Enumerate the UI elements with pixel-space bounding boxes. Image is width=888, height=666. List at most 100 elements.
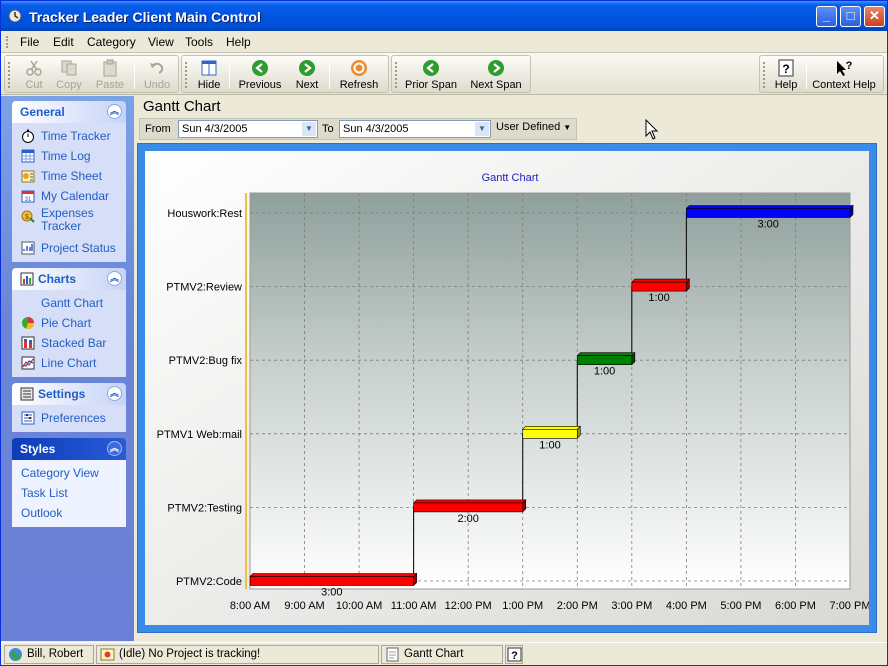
prior-span-button[interactable]: Prior Span — [404, 59, 458, 93]
refresh-button[interactable]: Refresh — [336, 59, 382, 93]
date-range-bar: From Sun 4/3/2005 ▼ To Sun 4/3/2005 ▼ Us… — [139, 118, 577, 140]
sidebar-item-label: Stacked Bar — [41, 336, 107, 350]
sidebar-item-label: My Calendar — [41, 189, 110, 203]
sidebar-item-task-list[interactable]: Task List — [12, 483, 126, 503]
settings-icon — [20, 387, 34, 401]
minimize-button[interactable]: _ — [816, 6, 837, 27]
sidebar-item-preferences[interactable]: Preferences — [12, 408, 126, 428]
sidebar-item-label: Time Tracker — [41, 129, 111, 143]
svg-text:?: ? — [511, 650, 518, 662]
title-bar[interactable]: Tracker Leader Client Main Control _ □ ✕ — [1, 1, 887, 31]
menu-tools[interactable]: Tools — [185, 35, 213, 49]
sidebar-item-project-status[interactable]: Project Status — [12, 238, 126, 258]
collapse-chevron-icon[interactable]: ︽ — [107, 271, 122, 286]
page-title: Gantt Chart — [143, 98, 221, 115]
menu-view[interactable]: View — [148, 35, 174, 49]
general-panel-header[interactable]: General ︽ — [12, 101, 126, 123]
sidebar-item-time-sheet[interactable]: Time Sheet — [12, 166, 126, 186]
general-panel-title: General — [20, 105, 65, 119]
previous-button[interactable]: Previous — [236, 59, 284, 93]
plot-area — [249, 192, 851, 590]
menu-help[interactable]: Help — [226, 35, 251, 49]
from-label: From — [145, 123, 171, 135]
collapse-chevron-icon[interactable]: ︽ — [107, 104, 122, 119]
toolbar-grip[interactable] — [763, 62, 765, 88]
sidebar-item-label: Outlook — [21, 506, 63, 520]
sidebar-item-category-view[interactable]: Category View — [12, 463, 126, 483]
prior-span-label: Prior Span — [405, 79, 457, 91]
copy-button[interactable]: Copy — [54, 59, 84, 93]
context-help-button[interactable]: ? Context Help — [811, 59, 877, 93]
settings-panel-header[interactable]: Settings ︽ — [12, 383, 126, 405]
next-span-button[interactable]: Next Span — [469, 59, 523, 93]
document-icon — [386, 647, 399, 662]
toolbar-grip[interactable] — [395, 62, 397, 88]
paste-button[interactable]: Paste — [93, 59, 127, 93]
svg-text:31: 31 — [25, 197, 32, 203]
toolbar-grip[interactable] — [185, 62, 187, 88]
x-tick-label: 1:00 PM — [502, 600, 543, 612]
sidebar-item-pie-chart[interactable]: Pie Chart — [12, 313, 126, 333]
help-button[interactable]: ? Help — [771, 59, 801, 93]
x-tick-label: 3:00 PM — [611, 600, 652, 612]
context-help-icon: ? — [837, 60, 853, 76]
status-user: Bill, Robert — [27, 648, 84, 660]
menu-category[interactable]: Category — [87, 35, 136, 49]
help-toolbar-group: ? Help ? Context Help — [759, 55, 884, 93]
task-bar — [413, 502, 524, 513]
undo-button[interactable]: Undo — [141, 59, 173, 93]
menu-grip[interactable] — [6, 36, 9, 48]
to-date-picker[interactable]: Sun 4/3/2005 ▼ — [339, 120, 491, 138]
collapse-chevron-icon[interactable]: ︽ — [107, 441, 122, 456]
task-duration-label: 2:00 — [457, 513, 478, 525]
status-view: Gantt Chart — [404, 648, 464, 660]
x-tick-label: 9:00 AM — [284, 600, 324, 612]
range-mode-dropdown[interactable]: User Defined ▼ — [496, 121, 571, 133]
maximize-button[interactable]: □ — [840, 6, 861, 27]
collapse-chevron-icon[interactable]: ︽ — [107, 386, 122, 401]
sidebar-item-time-log[interactable]: Time Log — [12, 146, 126, 166]
user-globe-icon — [9, 648, 22, 661]
hide-button[interactable]: Hide — [194, 59, 224, 93]
task-bar-top — [522, 425, 581, 430]
svg-text:?: ? — [782, 62, 789, 76]
styles-panel-header[interactable]: Styles ︽ — [12, 438, 126, 460]
task-bar-top — [631, 278, 691, 283]
cut-button[interactable]: Cut — [19, 59, 49, 93]
close-button[interactable]: ✕ — [864, 6, 885, 27]
charts-panel-title: Charts — [38, 272, 77, 286]
task-duration-label: 1:00 — [539, 439, 560, 451]
sidebar-item-line-chart[interactable]: Line Chart — [12, 353, 126, 373]
from-date-picker[interactable]: Sun 4/3/2005 ▼ — [178, 120, 318, 138]
sidebar-item-outlook[interactable]: Outlook — [12, 503, 126, 523]
toolbar-grip[interactable] — [8, 62, 10, 88]
styles-panel-title: Styles — [20, 442, 56, 456]
undo-icon — [150, 62, 164, 74]
undo-label: Undo — [143, 79, 171, 91]
svg-text:$: $ — [25, 214, 29, 221]
next-label: Next — [295, 79, 319, 91]
task-duration-label: 3:00 — [321, 587, 342, 599]
x-tick-label: 12:00 PM — [445, 600, 492, 612]
sidebar-item-expenses-tracker[interactable]: $ Expenses Tracker — [12, 206, 126, 238]
category-label: PTMV2:Review — [166, 282, 242, 294]
menu-file[interactable]: File — [20, 35, 39, 49]
dropdown-arrow-icon[interactable]: ▼ — [302, 122, 316, 136]
sidebar-item-stacked-bar[interactable]: Stacked Bar — [12, 333, 126, 353]
status-help-panel[interactable]: ? — [505, 645, 523, 664]
line-chart-icon — [21, 356, 35, 370]
x-tick-label: 7:00 PM — [830, 600, 869, 612]
dropdown-arrow-icon[interactable]: ▼ — [475, 122, 489, 136]
span-toolbar-group: Prior Span Next Span — [391, 55, 531, 93]
charts-panel-header[interactable]: Charts ︽ — [12, 268, 126, 290]
task-bar — [249, 576, 414, 586]
main-window: Tracker Leader Client Main Control _ □ ✕… — [0, 0, 888, 666]
hide-label: Hide — [197, 79, 221, 91]
sidebar-item-my-calendar[interactable]: 31 My Calendar — [12, 186, 126, 206]
help-icon: ? — [778, 59, 794, 77]
menu-edit[interactable]: Edit — [53, 35, 74, 49]
settings-panel-body: Preferences — [12, 405, 126, 432]
sidebar-item-time-tracker[interactable]: Time Tracker — [12, 126, 126, 146]
sidebar-item-gantt-chart[interactable]: Gantt Chart — [12, 293, 126, 313]
next-button[interactable]: Next — [292, 59, 322, 93]
